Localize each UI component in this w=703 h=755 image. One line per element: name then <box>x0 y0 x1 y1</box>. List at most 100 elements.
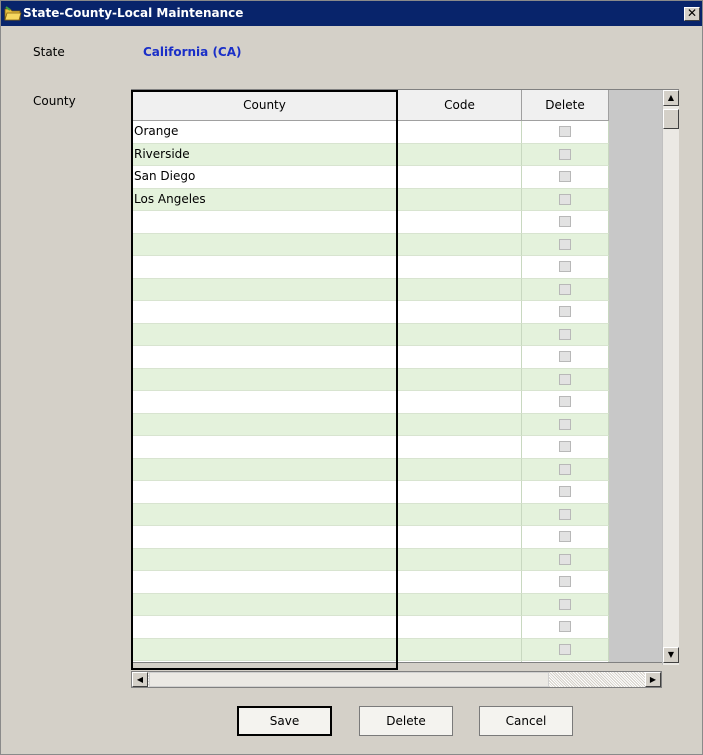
delete-checkbox[interactable] <box>559 531 571 543</box>
delete-checkbox[interactable] <box>559 238 571 250</box>
code-cell[interactable] <box>398 256 522 279</box>
delete-checkbox[interactable] <box>559 261 571 273</box>
delete-checkbox[interactable] <box>559 441 571 453</box>
code-cell[interactable] <box>398 548 522 571</box>
column-header-code[interactable]: Code <box>398 90 522 121</box>
table-row <box>132 571 609 594</box>
county-cell[interactable] <box>132 413 398 436</box>
delete-checkbox[interactable] <box>559 373 571 385</box>
code-cell[interactable] <box>398 368 522 391</box>
code-cell[interactable] <box>398 616 522 639</box>
scroll-left-button[interactable]: ◀ <box>132 672 148 687</box>
code-cell[interactable] <box>398 233 522 256</box>
county-cell[interactable] <box>132 436 398 459</box>
horizontal-scroll-thumb[interactable] <box>149 672 549 687</box>
table-row <box>132 368 609 391</box>
vertical-scrollbar[interactable]: ▲ ▼ <box>662 90 679 665</box>
county-cell[interactable] <box>132 211 398 234</box>
county-cell[interactable] <box>132 346 398 369</box>
scroll-down-button[interactable]: ▼ <box>663 647 679 663</box>
delete-checkbox[interactable] <box>559 216 571 228</box>
close-icon: ✕ <box>686 6 698 20</box>
county-cell[interactable] <box>132 391 398 414</box>
arrow-down-icon: ▼ <box>667 650 675 659</box>
table-row <box>132 638 609 661</box>
county-cell[interactable] <box>132 661 398 662</box>
column-header-delete[interactable]: Delete <box>522 90 609 121</box>
county-cell[interactable] <box>132 233 398 256</box>
code-cell[interactable] <box>398 166 522 189</box>
code-cell[interactable] <box>398 143 522 166</box>
code-cell[interactable] <box>398 481 522 504</box>
delete-checkbox[interactable] <box>559 576 571 588</box>
county-cell[interactable] <box>132 256 398 279</box>
close-button[interactable]: ✕ <box>684 7 700 21</box>
delete-cell <box>522 661 609 662</box>
delete-checkbox[interactable] <box>559 621 571 633</box>
delete-checkbox[interactable] <box>559 171 571 183</box>
delete-checkbox[interactable] <box>559 193 571 205</box>
delete-checkbox[interactable] <box>559 643 571 655</box>
code-cell[interactable] <box>398 323 522 346</box>
county-cell[interactable] <box>132 278 398 301</box>
county-cell[interactable] <box>132 301 398 324</box>
code-cell[interactable] <box>398 211 522 234</box>
code-cell[interactable] <box>398 188 522 211</box>
code-cell[interactable] <box>398 121 522 144</box>
code-cell[interactable] <box>398 638 522 661</box>
arrow-left-icon: ◀ <box>136 675 144 684</box>
delete-checkbox[interactable] <box>559 598 571 610</box>
county-cell[interactable]: Riverside <box>132 143 398 166</box>
county-cell[interactable] <box>132 593 398 616</box>
save-button[interactable]: Save <box>237 706 332 736</box>
code-cell[interactable] <box>398 526 522 549</box>
county-cell[interactable] <box>132 548 398 571</box>
cancel-button[interactable]: Cancel <box>479 706 573 736</box>
county-cell[interactable] <box>132 323 398 346</box>
delete-checkbox[interactable] <box>559 396 571 408</box>
code-cell[interactable] <box>398 391 522 414</box>
county-cell[interactable] <box>132 571 398 594</box>
delete-checkbox[interactable] <box>559 306 571 318</box>
scroll-up-button[interactable]: ▲ <box>663 90 679 106</box>
county-cell[interactable] <box>132 616 398 639</box>
delete-checkbox[interactable] <box>559 351 571 363</box>
horizontal-scrollbar[interactable]: ◀ ▶ <box>131 671 662 688</box>
code-cell[interactable] <box>398 503 522 526</box>
code-cell[interactable] <box>398 436 522 459</box>
delete-checkbox[interactable] <box>559 508 571 520</box>
delete-cell <box>522 458 609 481</box>
delete-checkbox[interactable] <box>559 126 571 138</box>
code-cell[interactable] <box>398 278 522 301</box>
county-cell[interactable] <box>132 368 398 391</box>
code-cell[interactable] <box>398 571 522 594</box>
county-cell[interactable]: Orange <box>132 121 398 144</box>
county-cell[interactable]: San Diego <box>132 166 398 189</box>
county-cell[interactable] <box>132 458 398 481</box>
delete-checkbox[interactable] <box>559 486 571 498</box>
code-cell[interactable] <box>398 346 522 369</box>
code-cell[interactable] <box>398 661 522 662</box>
code-cell[interactable] <box>398 413 522 436</box>
delete-cell <box>522 323 609 346</box>
county-cell[interactable] <box>132 503 398 526</box>
county-cell[interactable] <box>132 526 398 549</box>
code-cell[interactable] <box>398 458 522 481</box>
code-cell[interactable] <box>398 593 522 616</box>
county-cell[interactable] <box>132 481 398 504</box>
delete-checkbox[interactable] <box>559 418 571 430</box>
delete-cell <box>522 346 609 369</box>
table-row <box>132 436 609 459</box>
code-cell[interactable] <box>398 301 522 324</box>
scroll-right-button[interactable]: ▶ <box>645 672 661 687</box>
column-header-county[interactable]: County <box>132 90 398 121</box>
vertical-scroll-thumb[interactable] <box>663 109 679 129</box>
delete-checkbox[interactable] <box>559 283 571 295</box>
delete-checkbox[interactable] <box>559 328 571 340</box>
delete-checkbox[interactable] <box>559 148 571 160</box>
county-cell[interactable] <box>132 638 398 661</box>
delete-checkbox[interactable] <box>559 553 571 565</box>
county-cell[interactable]: Los Angeles <box>132 188 398 211</box>
delete-checkbox[interactable] <box>559 463 571 475</box>
delete-button[interactable]: Delete <box>359 706 453 736</box>
